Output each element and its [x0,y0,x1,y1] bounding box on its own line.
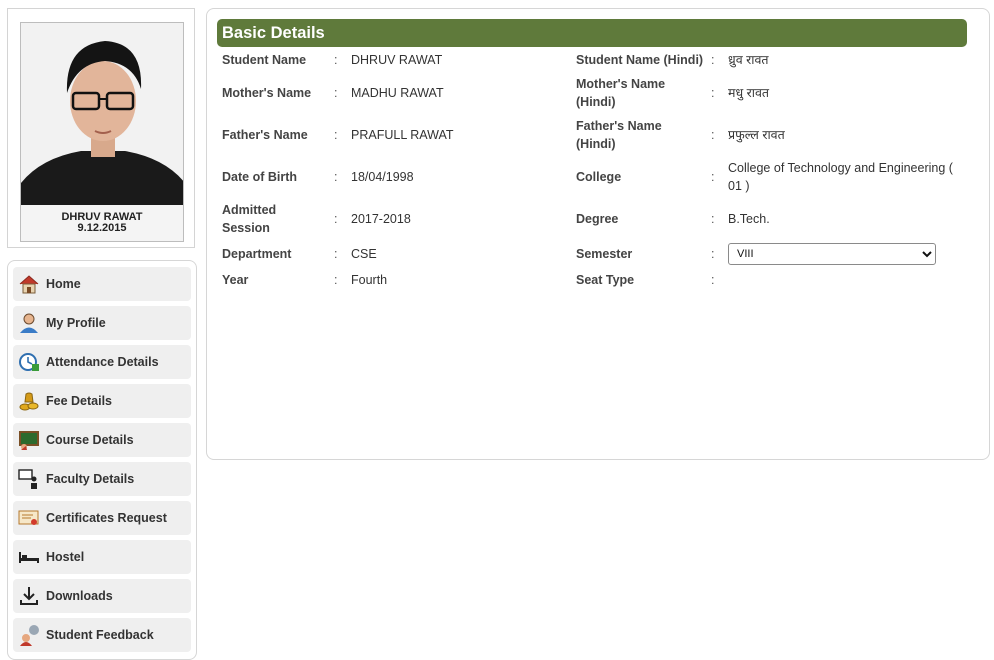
value-fathers-name-hindi: प्रफुल्ल रावत [728,128,785,142]
label-admitted-session: Admitted Session [222,203,277,235]
colon: : [334,247,338,261]
colon: : [711,128,715,142]
download-icon [18,585,40,607]
label-year: Year [222,273,249,287]
value-degree: B.Tech. [728,212,770,226]
colon: : [334,128,338,142]
nav-item-attendance-details[interactable]: Attendance Details [13,345,191,379]
nav-label: Downloads [46,589,113,603]
profile-photo-frame: DHRUV RAWAT 9.12.2015 [7,8,195,248]
label-fathers-name: Father's Name [222,128,308,142]
nav-item-home[interactable]: Home [13,267,191,301]
value-admitted-session: 2017-2018 [351,212,411,226]
nav-label: Course Details [46,433,134,447]
colon: : [711,53,715,67]
label-mothers-name-hindi: Mother's Name (Hindi) [576,77,666,109]
colon: : [334,212,338,226]
nav-item-downloads[interactable]: Downloads [13,579,191,613]
nav-label: Attendance Details [46,355,159,369]
certificate-icon [18,507,40,529]
bed-icon [18,546,40,568]
colon: : [711,247,715,261]
value-college: College of Technology and Engineering ( … [728,161,953,193]
label-college: College [576,170,622,184]
colon: : [711,170,715,184]
profile-photo: DHRUV RAWAT 9.12.2015 [20,22,184,242]
value-fathers-name: PRAFULL RAWAT [351,128,454,142]
nav-item-fee-details[interactable]: Fee Details [13,384,191,418]
colon: : [711,273,715,287]
nav-item-student-feedback[interactable]: Student Feedback [13,618,191,652]
nav-item-course-details[interactable]: Course Details [13,423,191,457]
label-student-name: Student Name [222,53,307,67]
panel-title: Basic Details [217,19,967,47]
value-mothers-name-hindi: मधु रावत [728,86,770,100]
nav-item-certificates-request[interactable]: Certificates Request [13,501,191,535]
nav-item-my-profile[interactable]: My Profile [13,306,191,340]
feedback-speech-icon [18,624,40,646]
label-degree: Degree [576,212,619,226]
nav-label: Certificates Request [46,511,167,525]
nav-label: Hostel [46,550,85,564]
label-seat-type: Seat Type [576,273,635,287]
value-student-name: DHRUV RAWAT [351,53,443,67]
basic-details-panel: Basic Details Student Name : DHRUV RAWAT… [206,8,990,460]
label-mothers-name: Mother's Name [222,86,312,100]
student-portrait-image [21,23,183,241]
sidebar-nav: Home My Profile Attendance Details Fee D… [7,260,197,660]
chalkboard-icon [18,429,40,451]
value-student-name-hindi: ध्रुव रावत [728,53,769,67]
faculty-presenter-icon [18,468,40,490]
colon: : [711,212,715,226]
nav-label: Home [46,277,81,291]
colon: : [334,86,338,100]
label-fathers-name-hindi: Father's Name (Hindi) [576,119,662,151]
value-department: CSE [351,247,377,261]
label-department: Department [222,247,292,261]
value-year: Fourth [351,273,388,287]
nav-item-faculty-details[interactable]: Faculty Details [13,462,191,496]
label-student-name-hindi: Student Name (Hindi) [576,53,704,67]
value-mothers-name: MADHU RAWAT [351,86,444,100]
attendance-clock-icon [18,351,40,373]
nav-label: Fee Details [46,394,113,408]
semester-select[interactable]: VIII [728,243,936,265]
money-coins-icon [18,390,40,412]
nav-label: Student Feedback [46,628,154,642]
nav-label: My Profile [46,316,106,330]
colon: : [711,86,715,100]
colon: : [334,170,338,184]
label-date-of-birth: Date of Birth [222,170,297,184]
label-semester: Semester [576,247,633,261]
colon: : [334,53,338,67]
home-icon [18,273,40,295]
photo-caption-date: 9.12.2015 [77,222,127,234]
nav-item-hostel[interactable]: Hostel [13,540,191,574]
colon: : [334,273,338,287]
nav-label: Faculty Details [46,472,135,486]
user-profile-icon [18,312,40,334]
value-date-of-birth: 18/04/1998 [351,170,414,184]
